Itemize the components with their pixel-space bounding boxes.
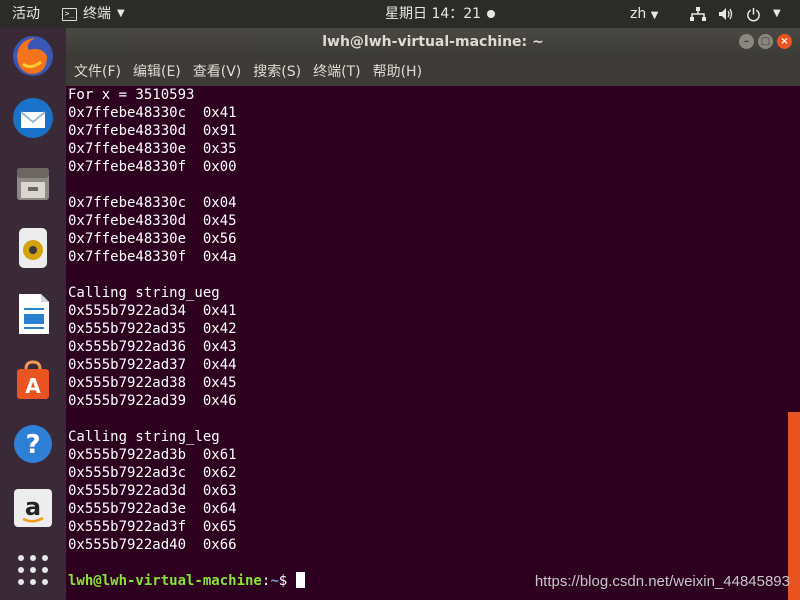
close-button[interactable]: × — [777, 34, 792, 49]
terminal-line: 0x555b7922ad39 0x46 — [68, 393, 237, 409]
terminal-line: 0x555b7922ad3d 0x63 — [68, 483, 237, 499]
terminal-line: 0x555b7922ad38 0x45 — [68, 375, 237, 391]
minimize-button[interactable]: – — [739, 34, 754, 49]
terminal-lines: For x = 3510593 0x7ffebe48330c 0x41 0x7ffe… — [68, 86, 790, 572]
language-selector[interactable]: zh ▼ — [630, 0, 658, 28]
scrollbar[interactable] — [788, 86, 800, 600]
top-panel: 活动 >_ 终端 ▼ 星期日 14：21 zh ▼ ▼ — [0, 0, 800, 28]
show-apps-icon — [18, 555, 48, 585]
dock-amazon[interactable]: a — [9, 484, 57, 532]
menu-bar: 文件(F) 编辑(E) 查看(V) 搜索(S) 终端(T) 帮助(H) — [66, 56, 800, 86]
terminal-window: lwh@lwh-virtual-machine: ~ – □ × 文件(F) 编… — [66, 28, 800, 600]
dock-help[interactable]: ? — [9, 420, 57, 468]
terminal-line: 0x555b7922ad3c 0x62 — [68, 465, 237, 481]
window-titlebar[interactable]: lwh@lwh-virtual-machine: ~ – □ × — [66, 28, 800, 56]
volume-icon — [719, 8, 733, 20]
terminal-line: 0x7ffebe48330c 0x41 — [68, 105, 237, 121]
dock-rhythmbox[interactable] — [9, 224, 57, 272]
maximize-button[interactable]: □ — [758, 34, 773, 49]
activities-button[interactable]: 活动 — [12, 0, 40, 28]
window-controls: – □ × — [739, 34, 792, 49]
dock: A ? a — [0, 28, 66, 600]
terminal-line: Calling string_leg — [68, 429, 220, 445]
terminal-line: 0x7ffebe48330d 0x45 — [68, 213, 237, 229]
dock-files[interactable] — [9, 160, 57, 208]
prompt-symbol: $ — [278, 573, 296, 589]
files-icon — [17, 168, 49, 200]
menu-view[interactable]: 查看(V) — [193, 61, 242, 81]
notification-dot-icon — [487, 10, 496, 18]
svg-text:?: ? — [25, 430, 40, 460]
terminal-line: Calling string_ueg — [68, 285, 220, 301]
terminal-line: 0x7ffebe48330c 0x04 — [68, 195, 237, 211]
dock-show-apps[interactable] — [9, 546, 57, 594]
terminal-line: 0x555b7922ad34 0x41 — [68, 303, 237, 319]
menu-file[interactable]: 文件(F) — [74, 61, 121, 81]
dock-firefox[interactable] — [9, 32, 57, 80]
terminal-line: 0x555b7922ad3f 0x65 — [68, 519, 237, 535]
terminal-line: 0x555b7922ad3b 0x61 — [68, 447, 237, 463]
language-label: zh — [630, 6, 647, 22]
window-title: lwh@lwh-virtual-machine: ~ — [322, 34, 544, 50]
firefox-icon — [13, 36, 53, 76]
terminal-line: 0x7ffebe48330e 0x35 — [68, 141, 237, 157]
terminal-line: 0x555b7922ad37 0x44 — [68, 357, 237, 373]
thunderbird-icon — [13, 98, 53, 138]
rhythmbox-icon — [19, 228, 47, 268]
dock-writer[interactable] — [9, 290, 57, 338]
terminal-line: 0x555b7922ad3e 0x64 — [68, 501, 237, 517]
prompt-path: ~ — [270, 573, 279, 589]
chevron-down-icon: ▼ — [117, 8, 125, 19]
terminal-icon: >_ — [62, 7, 77, 21]
terminal-line: For x = 3510593 — [68, 87, 195, 103]
menu-terminal[interactable]: 终端(T) — [313, 61, 360, 81]
clock-label: 星期日 14：21 — [385, 6, 482, 22]
text-cursor — [295, 572, 305, 588]
libreoffice-writer-icon — [19, 294, 49, 334]
app-menu-label: 终端 — [83, 6, 111, 22]
terminal-line: 0x7ffebe48330f 0x4a — [68, 249, 237, 265]
chevron-down-icon: ▼ — [773, 8, 781, 19]
dock-software[interactable]: A — [9, 356, 57, 404]
terminal-line: 0x7ffebe48330d 0x91 — [68, 123, 237, 139]
terminal-line: 0x7ffebe48330f 0x00 — [68, 159, 237, 175]
dock-thunderbird[interactable] — [9, 94, 57, 142]
terminal-output[interactable]: For x = 3510593 0x7ffebe48330c 0x41 0x7ffe… — [66, 86, 790, 600]
terminal-line: 0x555b7922ad35 0x42 — [68, 321, 237, 337]
menu-search[interactable]: 搜索(S) — [253, 61, 301, 81]
menu-help[interactable]: 帮助(H) — [373, 61, 422, 81]
software-center-icon: A — [17, 360, 49, 399]
svg-text:A: A — [25, 374, 41, 398]
network-icon — [690, 7, 706, 21]
power-icon — [747, 7, 760, 21]
prompt-user: lwh@lwh-virtual-machine — [68, 573, 262, 589]
svg-text:a: a — [25, 493, 41, 521]
menu-edit[interactable]: 编辑(E) — [133, 61, 181, 81]
chevron-down-icon: ▼ — [650, 10, 659, 21]
watermark: https://blog.csdn.net/weixin_44845893 — [534, 573, 790, 590]
amazon-icon: a — [14, 489, 52, 527]
system-tray[interactable]: ▼ — [690, 0, 781, 28]
scrollbar-thumb[interactable] — [788, 412, 800, 600]
app-menu[interactable]: >_ 终端 ▼ — [62, 0, 125, 28]
help-icon: ? — [14, 425, 52, 463]
terminal-line: 0x555b7922ad40 0x66 — [68, 537, 237, 553]
terminal-line: 0x7ffebe48330e 0x56 — [68, 231, 237, 247]
terminal-line: 0x555b7922ad36 0x43 — [68, 339, 237, 355]
clock[interactable]: 星期日 14：21 — [385, 0, 496, 28]
